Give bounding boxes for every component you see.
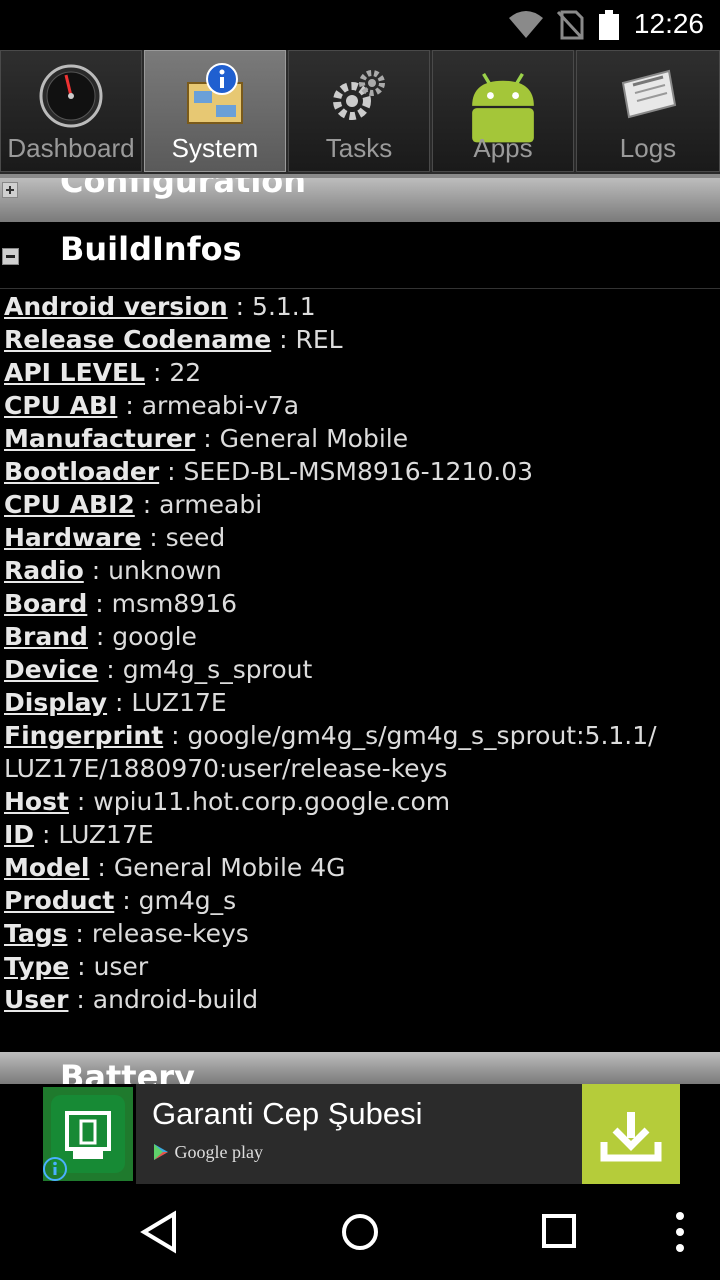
list-item: Manufacturer : General Mobile bbox=[4, 424, 409, 453]
wifi-icon bbox=[509, 11, 543, 38]
play-store-icon bbox=[154, 1144, 168, 1160]
clock: 12:26 bbox=[633, 8, 704, 39]
list-item: User : android-build bbox=[4, 985, 259, 1014]
expand-icon[interactable] bbox=[2, 182, 18, 198]
system-info-icon bbox=[187, 63, 243, 124]
list-item: Board : msm8916 bbox=[4, 589, 238, 618]
tab-logs[interactable]: Logs bbox=[576, 50, 720, 172]
list-item: Tags : release-keys bbox=[4, 919, 249, 948]
list-item: Display : LUZ17E bbox=[4, 688, 227, 717]
collapse-icon[interactable] bbox=[2, 248, 19, 265]
back-icon[interactable] bbox=[138, 1210, 182, 1254]
ad-store-label: Google play bbox=[152, 1142, 263, 1163]
list-item: Model : General Mobile 4G bbox=[4, 853, 346, 882]
list-item: Brand : google bbox=[4, 622, 197, 651]
list-item: Type : user bbox=[4, 952, 149, 981]
section-battery[interactable]: Battery bbox=[0, 1052, 720, 1084]
home-icon[interactable] bbox=[338, 1210, 382, 1254]
newspaper-icon bbox=[621, 69, 677, 119]
list-item: CPU ABI : armeabi-v7a bbox=[4, 391, 300, 420]
gears-icon bbox=[333, 70, 385, 120]
list-item: Product : gm4g_s bbox=[4, 886, 237, 915]
list-item: API LEVEL : 22 bbox=[4, 358, 202, 387]
build-info-list: Android version : 5.1.1 Release Codename… bbox=[4, 290, 716, 1016]
section-title: Configuration bbox=[60, 178, 307, 200]
list-item: Radio : unknown bbox=[4, 556, 222, 585]
navigation-bar bbox=[0, 1184, 720, 1280]
list-item: Host : wpiu11.hot.corp.google.com bbox=[4, 787, 451, 816]
download-icon bbox=[600, 1112, 662, 1162]
tab-system[interactable]: System bbox=[144, 50, 286, 172]
ad-banner[interactable]: Garanti Cep Şubesi Google play bbox=[40, 1084, 680, 1184]
battery-icon bbox=[599, 10, 619, 40]
section-title: BuildInfos bbox=[60, 230, 242, 268]
gauge-icon bbox=[39, 64, 103, 128]
tab-dashboard[interactable]: Dashboard bbox=[0, 50, 142, 172]
tab-apps[interactable]: Apps bbox=[432, 50, 574, 172]
list-item: ID : LUZ17E bbox=[4, 820, 154, 849]
section-configuration[interactable]: Configuration bbox=[0, 178, 720, 222]
list-item: Release Codename : REL bbox=[4, 325, 343, 354]
overflow-menu-icon[interactable] bbox=[670, 1210, 690, 1254]
section-title: Battery bbox=[60, 1058, 195, 1084]
ad-info-icon[interactable] bbox=[42, 1156, 68, 1182]
list-item: Fingerprint : google/gm4g_s/gm4g_s_sprou… bbox=[4, 721, 657, 783]
list-item: Bootloader : SEED-BL-MSM8916-1210.03 bbox=[4, 457, 534, 486]
tab-tasks[interactable]: Tasks bbox=[288, 50, 430, 172]
list-item: CPU ABI2 : armeabi bbox=[4, 490, 263, 519]
no-sim-icon bbox=[556, 10, 584, 40]
section-buildinfos[interactable]: BuildInfos bbox=[0, 222, 720, 289]
recents-icon[interactable] bbox=[540, 1210, 580, 1254]
tab-bar: Dashboard System Tasks Apps Logs bbox=[0, 50, 720, 178]
download-button[interactable] bbox=[582, 1084, 680, 1184]
list-item: Hardware : seed bbox=[4, 523, 226, 552]
ad-title: Garanti Cep Şubesi bbox=[152, 1096, 423, 1131]
list-item: Android version : 5.1.1 bbox=[4, 292, 316, 321]
list-item: Device : gm4g_s_sprout bbox=[4, 655, 313, 684]
status-bar: 12:26 bbox=[0, 0, 720, 50]
